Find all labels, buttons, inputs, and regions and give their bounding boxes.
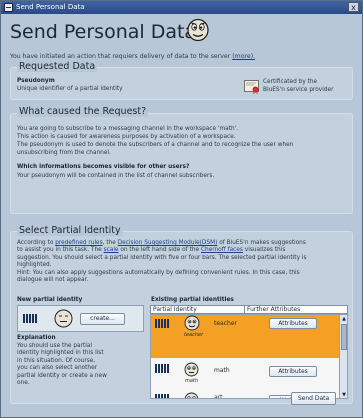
select-identity-title: Select Partial Identity <box>17 225 123 236</box>
scale-link[interactable]: scale <box>104 247 119 253</box>
more-link[interactable]: (more). <box>232 53 255 60</box>
hint-text: dialogue will not appear. <box>17 277 89 284</box>
art-face-icon <box>184 392 199 398</box>
explanation-line: in this situation. Of course, <box>17 357 96 364</box>
explanation-line: you can also select another <box>17 365 98 372</box>
existing-identities-label: Existing partial identities <box>151 297 234 303</box>
paragraph-text: of BluES'n makes suggestions <box>219 240 306 246</box>
pseudonym-label: Pseudonym <box>17 78 55 84</box>
paragraph-text: visualizes this <box>244 247 286 254</box>
identity-row-teacher[interactable]: teacher teacher Attributes <box>151 315 339 358</box>
cause-line-1: You are going to subscribe to a messagin… <box>17 126 239 132</box>
window-icon <box>4 3 13 12</box>
attributes-button[interactable]: Attributes <box>269 366 317 377</box>
certificate-icon <box>244 80 259 94</box>
suggestion-scale <box>23 314 38 323</box>
identity-list: teacher teacher Attributes math math Att… <box>150 314 348 399</box>
explanation-line: partial identity or create a new <box>17 372 107 379</box>
neutral-face-icon <box>54 309 73 328</box>
create-button[interactable]: create... <box>80 313 125 325</box>
paragraph-text: , the <box>102 240 116 246</box>
dsm-link[interactable]: Decision Suggesting Module(DSM) <box>118 240 218 246</box>
identity-list-header: Partial Identity Further Attributes <box>150 305 348 314</box>
explanation-line: You should use the partial <box>17 343 93 349</box>
title-bar[interactable]: Send Personal Data x <box>1 1 362 14</box>
send-personal-data-dialog: Send Personal Data x Send Personal Data?… <box>0 0 363 418</box>
window-title: Send Personal Data <box>16 3 85 11</box>
close-button[interactable]: x <box>348 2 359 12</box>
identity-name: art <box>214 394 223 399</box>
column-header-identity[interactable]: Partial Identity <box>150 305 245 314</box>
select-paragraph: According to predefined rules, the Decis… <box>17 240 352 284</box>
face-caption: math <box>185 378 199 384</box>
pseudonym-description: Unique identifier of a partial identity <box>17 86 123 92</box>
explanation-line: one. <box>17 380 30 387</box>
certificate-line-2: BluES'n service provider <box>263 87 334 93</box>
hint-text: Hint: You can also apply suggestions aut… <box>17 269 300 276</box>
chernoff-face-icon <box>187 18 209 42</box>
cause-line-4: unsubscribing from the channel. <box>17 150 111 156</box>
page-title: Send Personal Data? <box>10 21 207 43</box>
identity-name: teacher <box>214 320 237 327</box>
chernoff-faces-link[interactable]: Chernoff faces <box>201 247 243 253</box>
requested-data-title: Requested Data <box>17 61 98 72</box>
send-data-button[interactable]: Send Data <box>291 392 336 405</box>
face-caption: teacher <box>184 332 204 338</box>
column-header-attributes[interactable]: Further Attributes <box>244 305 348 314</box>
explanation-line: identity highlighted in this list <box>17 350 104 357</box>
suggestion-bars <box>155 364 170 373</box>
suggestion-bars <box>155 394 170 398</box>
explanation-text: You should use the partial identity high… <box>17 343 107 387</box>
cause-line-2: This action is caused for awareness purp… <box>17 134 236 140</box>
predefined-rules-link[interactable]: predefined rules <box>55 240 102 246</box>
suggestion-bars <box>155 319 170 328</box>
paragraph-text: on the left hand side of the <box>120 247 200 254</box>
certificate-line-1: Certificated by the <box>263 79 318 85</box>
paragraph-text: According to <box>17 240 54 246</box>
teacher-face-icon <box>184 315 200 331</box>
identity-list-scrollbar[interactable]: ▲ ▼ <box>339 315 347 398</box>
intro-sentence: You have initiated an action that requie… <box>10 53 231 60</box>
attributes-button[interactable]: Attributes <box>269 318 317 329</box>
explanation-title: Explanation <box>17 335 56 341</box>
scroll-down-arrow-icon[interactable]: ▼ <box>340 391 347 398</box>
cause-line-3: The pseudonym is used to denote the subs… <box>17 142 294 148</box>
visibility-question: Which informations becomes visible for o… <box>17 164 190 170</box>
scroll-up-arrow-icon[interactable]: ▲ <box>340 315 347 323</box>
request-cause-title: What caused the Request? <box>17 106 149 117</box>
identity-name: math <box>214 367 230 374</box>
paragraph-text: highlighted. <box>17 262 52 269</box>
visibility-answer: Your pseudonym will be contained in the … <box>17 173 215 179</box>
new-identity-label: New partial identity <box>17 297 83 303</box>
paragraph-text: suggestion. You should select a partial … <box>17 254 307 261</box>
scroll-thumb[interactable] <box>341 324 347 350</box>
intro-text: You have initiated an action that requie… <box>10 53 255 60</box>
math-face-icon <box>184 362 199 377</box>
paragraph-text: to assist you in this task. The <box>17 247 102 254</box>
